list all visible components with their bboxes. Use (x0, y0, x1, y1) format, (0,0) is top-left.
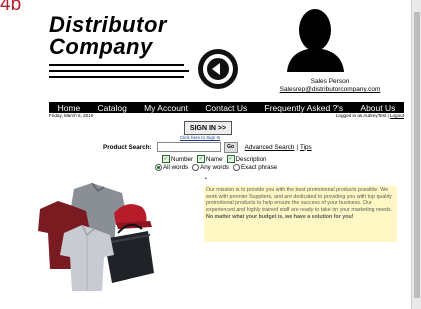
logout-link[interactable]: Logout (390, 113, 404, 118)
status-bar: Friday, March 5, 2010 Logged in as Aubre… (49, 113, 404, 120)
login-text: Logged in as AubreyTest | (335, 113, 389, 118)
name-label: Name (206, 155, 223, 163)
logo-rule (49, 76, 184, 78)
name-checkbox[interactable]: ✓ (197, 155, 206, 163)
sales-person-photo (283, 6, 348, 72)
number-checkbox[interactable]: ✓ (162, 155, 170, 163)
any-words-label: Any words (200, 164, 229, 171)
all-words-label: All words (163, 164, 189, 171)
search-label: Product Search: (103, 143, 152, 151)
all-words-radio[interactable] (155, 164, 162, 171)
nav-faq[interactable]: Frequently Asked ?'s (265, 103, 344, 113)
any-words-radio[interactable] (192, 164, 200, 171)
tips-link[interactable]: Tips (300, 144, 312, 151)
main-nav: Home Catalog My Account Contact Us Frequ… (49, 102, 404, 113)
product-search: Product Search: Go Advanced Search | Tip… (103, 141, 312, 153)
logo-circle-icon (198, 49, 238, 89)
exact-phrase-label: Exact phrase (241, 164, 278, 171)
search-separator: | (296, 143, 298, 151)
nav-catalog[interactable]: Catalog (98, 103, 127, 113)
company-logo[interactable]: Distributor Company (49, 12, 249, 92)
logo-rule (49, 70, 189, 72)
page-scrollbar[interactable] (411, 0, 421, 309)
nav-my-account[interactable]: My Account (144, 103, 188, 113)
sales-email-link[interactable]: Salesrep@distributorcompany.com (280, 86, 381, 93)
nav-about-us[interactable]: About Us (360, 103, 395, 113)
sales-person-name: Sales Person (310, 78, 350, 85)
mission-text: Our mission is to provide you with the b… (206, 187, 392, 214)
sales-contact: Sales Person Salesrep@distributorcompany… (250, 78, 410, 94)
current-date: Friday, March 5, 2010 (49, 113, 94, 118)
nav-contact-us[interactable]: Contact Us (205, 103, 247, 113)
search-input[interactable] (156, 142, 221, 152)
promo-products-image (34, 182, 154, 291)
logo-line2: Company (49, 34, 153, 59)
login-status: Logged in as AubreyTest | Logout (336, 113, 404, 120)
search-modes: All words Any words Exact phrase (151, 164, 277, 171)
sign-in-button[interactable]: SIGN IN >> (184, 121, 232, 135)
scrollbar-thumb[interactable] (414, 12, 420, 298)
mission-statement: Our mission is to provide you with the b… (204, 186, 397, 242)
corner-label: 4b (0, 0, 22, 15)
logo-rule (49, 64, 184, 66)
go-button[interactable]: Go (223, 141, 238, 153)
advanced-search-link[interactable]: Advanced Search (245, 144, 295, 151)
page: Distributor Company Sales Person Salesre… (38, 0, 411, 309)
sign-in-link[interactable]: Click here to Sign In (180, 135, 220, 140)
description-label: Description (235, 155, 267, 163)
number-label: Number (171, 155, 194, 163)
exact-phrase-radio[interactable] (233, 164, 240, 171)
nav-home[interactable]: Home (58, 103, 81, 113)
description-checkbox[interactable]: ✓ (226, 155, 235, 163)
mission-highlight: No matter what your budget is, we have a… (206, 213, 354, 220)
search-fields: ✓ Number ✓ Name ✓ Description (158, 155, 266, 163)
bullet: • (205, 176, 207, 182)
